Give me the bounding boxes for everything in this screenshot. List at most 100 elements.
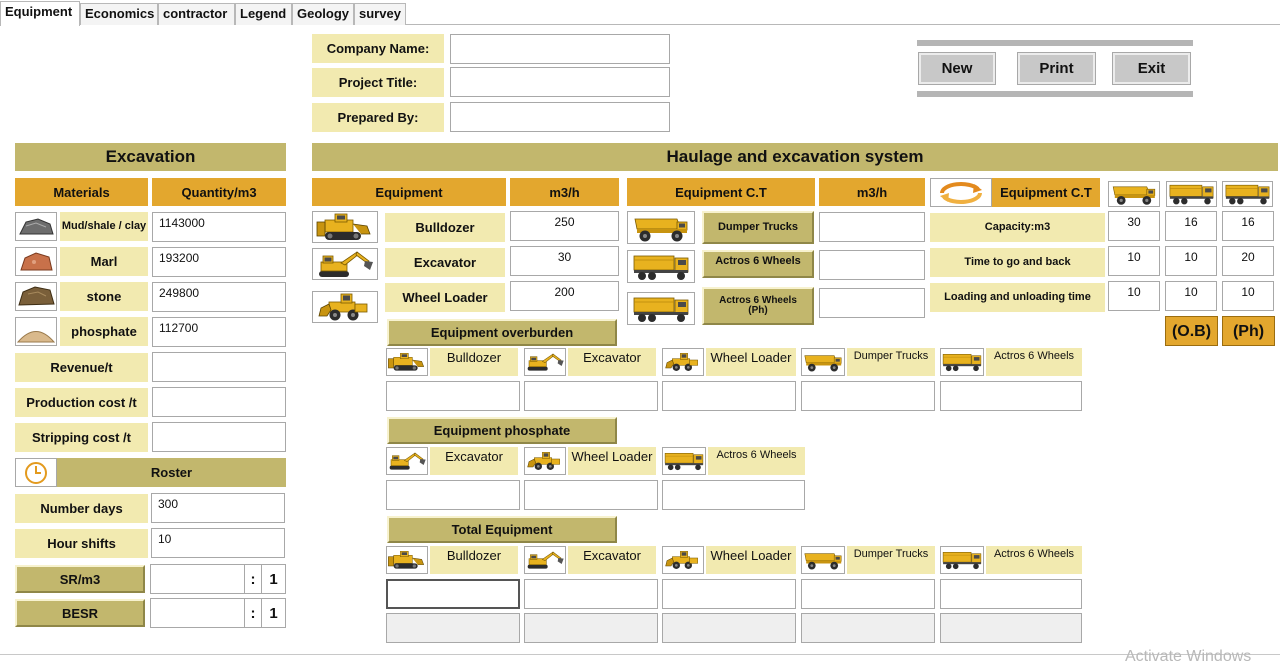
marl-quantity[interactable]: 193200	[152, 247, 286, 277]
total-actros-secondary-field[interactable]	[940, 613, 1082, 643]
equipment-overburden-title: Equipment overburden	[387, 319, 617, 346]
production-cost-field[interactable]	[152, 387, 286, 417]
sr-label: SR/m3	[15, 565, 145, 593]
capacity-label: Capacity:m3	[930, 213, 1105, 242]
tab-survey[interactable]: survey	[354, 3, 406, 25]
besr-field[interactable]	[150, 598, 246, 628]
dumper-truck-icon	[801, 348, 845, 376]
actros-truck-icon	[1166, 181, 1217, 207]
phosphate-quantity[interactable]: 112700	[152, 317, 286, 347]
clock-icon	[15, 458, 57, 487]
actros-truck-icon	[940, 348, 984, 376]
print-button[interactable]: Print	[1017, 52, 1096, 85]
capacity-actros-ob-field[interactable]: 16	[1165, 211, 1217, 241]
tab-legend[interactable]: Legend	[235, 3, 292, 25]
overburden-bulldozer-field[interactable]	[386, 381, 520, 411]
phosphate-wheel-loader-field[interactable]	[524, 480, 658, 510]
hour-shifts-field[interactable]: 10	[151, 528, 285, 558]
overburden-excavator-field[interactable]	[524, 381, 658, 411]
number-days-field[interactable]: 300	[151, 493, 285, 523]
total-dumper-trucks-field[interactable]	[801, 579, 935, 609]
loading-unloading-label: Loading and unloading time	[930, 283, 1105, 312]
sr-field[interactable]	[150, 564, 246, 594]
time-actros-ph-field[interactable]: 20	[1222, 246, 1274, 276]
button-bar-top-rule	[917, 40, 1193, 46]
new-button[interactable]: New	[918, 52, 996, 85]
wheel-loader-rate-field[interactable]: 200	[510, 281, 619, 311]
actros-truck-icon	[627, 250, 695, 283]
phosphate-actros-field[interactable]	[662, 480, 805, 510]
marl-label: Marl	[60, 247, 148, 276]
bulldozer-rate-field[interactable]: 250	[510, 211, 619, 241]
total-wheel-loader-field[interactable]	[662, 579, 796, 609]
excavator-rate-field[interactable]: 30	[510, 246, 619, 276]
total-dumper-trucks-secondary-field[interactable]	[801, 613, 935, 643]
excavator-icon	[524, 546, 566, 574]
total-actros-field[interactable]	[940, 579, 1082, 609]
m3h-header: m3/h	[510, 178, 619, 206]
time-dumper-field[interactable]: 10	[1108, 246, 1160, 276]
actros-6-wheels-ph-field[interactable]	[819, 288, 925, 318]
sr-colon: :	[244, 564, 262, 594]
mud-shale-clay-label: Mud/shale / clay	[60, 212, 148, 241]
total-bulldozer-secondary-field[interactable]	[386, 613, 520, 643]
stone-quantity[interactable]: 249800	[152, 282, 286, 312]
overburden-actros-field[interactable]	[940, 381, 1082, 411]
stone-icon	[15, 282, 57, 311]
excavator-icon	[524, 348, 566, 376]
project-title-field[interactable]	[450, 67, 670, 97]
m3h-header-2: m3/h	[819, 178, 925, 206]
project-title-label: Project Title:	[312, 68, 444, 97]
total-bulldozer-label: Bulldozer	[430, 546, 518, 574]
total-bulldozer-field[interactable]	[386, 579, 520, 609]
prepared-by-field[interactable]	[450, 102, 670, 132]
equipment-header: Equipment	[312, 178, 506, 206]
revenue-field[interactable]	[152, 352, 286, 382]
stone-label: stone	[60, 282, 148, 311]
production-cost-label: Production cost /t	[15, 388, 148, 417]
dumper-trucks-field[interactable]	[819, 212, 925, 242]
stripping-cost-field[interactable]	[152, 422, 286, 452]
ob-badge: (O.B)	[1165, 316, 1218, 346]
overburden-wheel-loader-field[interactable]	[662, 381, 796, 411]
bulldozer-icon	[312, 211, 378, 243]
excavator-icon	[386, 447, 428, 475]
cycle-arrows-icon	[930, 178, 992, 207]
tab-economics[interactable]: Economics	[80, 3, 158, 25]
capacity-actros-ph-field[interactable]: 16	[1222, 211, 1274, 241]
time-actros-ob-field[interactable]: 10	[1165, 246, 1217, 276]
overburden-dumper-trucks-field[interactable]	[801, 381, 935, 411]
ph-badge: (Ph)	[1222, 316, 1275, 346]
mud-shale-clay-quantity[interactable]: 1143000	[152, 212, 286, 242]
total-wheel-loader-secondary-field[interactable]	[662, 613, 796, 643]
actros-truck-icon	[627, 292, 695, 325]
dumper-truck-icon	[801, 546, 845, 574]
total-excavator-secondary-field[interactable]	[524, 613, 658, 643]
loading-actros-ob-field[interactable]: 10	[1165, 281, 1217, 311]
bulldozer-icon	[386, 546, 428, 574]
bulldozer-label: Bulldozer	[385, 213, 505, 242]
equipment-ct-header: Equipment C.T	[627, 178, 815, 206]
tab-equipment[interactable]: Equipment	[0, 1, 80, 26]
total-excavator-field[interactable]	[524, 579, 658, 609]
actros-6-wheels-ph-label: Actros 6 Wheels (Ph)	[702, 287, 814, 325]
besr-ratio: 1	[261, 598, 286, 628]
total-equipment-title: Total Equipment	[387, 516, 617, 543]
company-name-label: Company Name:	[312, 34, 444, 63]
loading-actros-ph-field[interactable]: 10	[1222, 281, 1274, 311]
company-name-field[interactable]	[450, 34, 670, 64]
actros-truck-icon	[940, 546, 984, 574]
equipment-ct-header-2: Equipment C.T	[992, 178, 1100, 207]
phosphate-excavator-field[interactable]	[386, 480, 520, 510]
tab-contractor[interactable]: contractor	[158, 3, 235, 25]
overburden-excavator-label: Excavator	[568, 348, 656, 376]
phosphate-excavator-label: Excavator	[430, 447, 518, 475]
exit-button[interactable]: Exit	[1112, 52, 1191, 85]
wheel-loader-label: Wheel Loader	[385, 283, 505, 312]
loading-dumper-field[interactable]: 10	[1108, 281, 1160, 311]
actros-6-wheels-field[interactable]	[819, 250, 925, 280]
capacity-dumper-field[interactable]: 30	[1108, 211, 1160, 241]
tab-geology[interactable]: Geology	[292, 3, 354, 25]
total-dumper-trucks-label: Dumper Trucks	[847, 546, 935, 574]
wheel-loader-icon	[662, 546, 704, 574]
